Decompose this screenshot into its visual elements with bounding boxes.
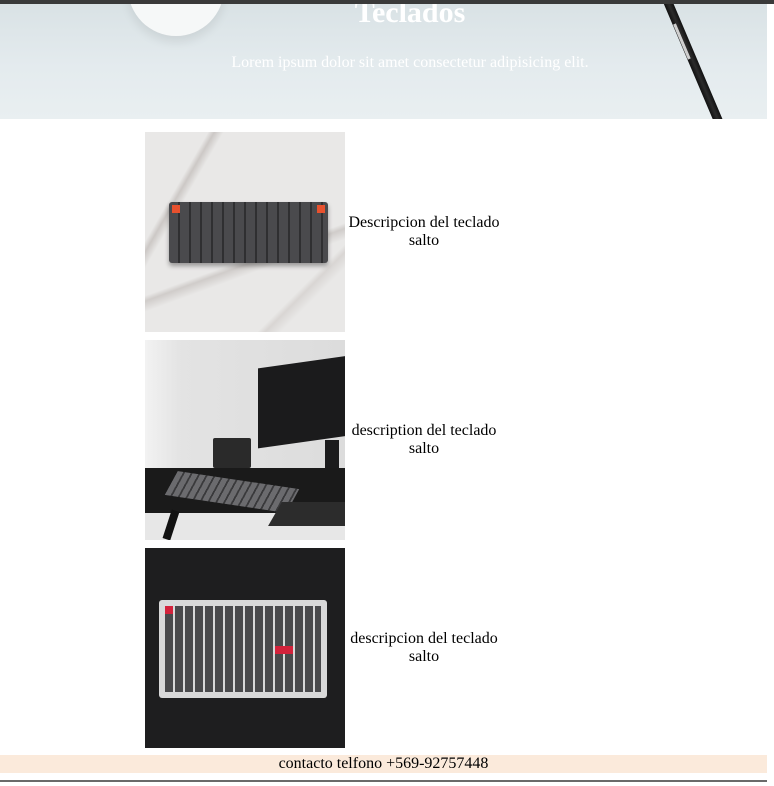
description-extra: salto <box>408 440 440 457</box>
product-description: Descripcion del teclado salto <box>345 132 503 332</box>
product-description: descripcion del teclado salto <box>345 548 503 748</box>
keyboard-image-desk <box>145 340 345 540</box>
monitor <box>258 355 345 449</box>
keyboard-image-marble <box>145 132 345 332</box>
product-card: Descripcion del teclado salto <box>145 132 505 332</box>
product-card: description del teclado salto <box>145 340 505 540</box>
page-title: Teclados <box>354 4 466 29</box>
description-text: Descripcion del teclado <box>348 214 500 231</box>
product-card: descripcion del teclado salto <box>145 548 505 748</box>
bottom-border <box>0 780 767 782</box>
red-escape-key <box>165 606 173 614</box>
desk-pad <box>268 502 345 526</box>
description-text: descripcion del teclado <box>350 630 498 647</box>
speaker <box>213 438 251 468</box>
description-extra: salto <box>408 648 440 665</box>
description-extra: salto <box>408 232 440 249</box>
product-description: description del teclado salto <box>345 340 503 540</box>
compact-keyboard <box>169 202 328 263</box>
tenkeyless-keyboard <box>159 600 327 698</box>
hero-subtitle: Lorem ipsum dolor sit amet consectetur a… <box>231 54 589 71</box>
keycaps <box>165 606 321 692</box>
keyboard-image-black <box>145 548 345 748</box>
contact-footer: contacto telfono +569-92757448 <box>0 755 767 773</box>
red-enter-key <box>275 646 293 654</box>
contact-phone: contacto telfono +569-92757448 <box>278 755 489 772</box>
description-text: description del teclado <box>351 422 497 439</box>
hero-banner: Teclados Lorem ipsum dolor sit amet cons… <box>0 4 767 119</box>
desk-leg <box>162 509 180 540</box>
